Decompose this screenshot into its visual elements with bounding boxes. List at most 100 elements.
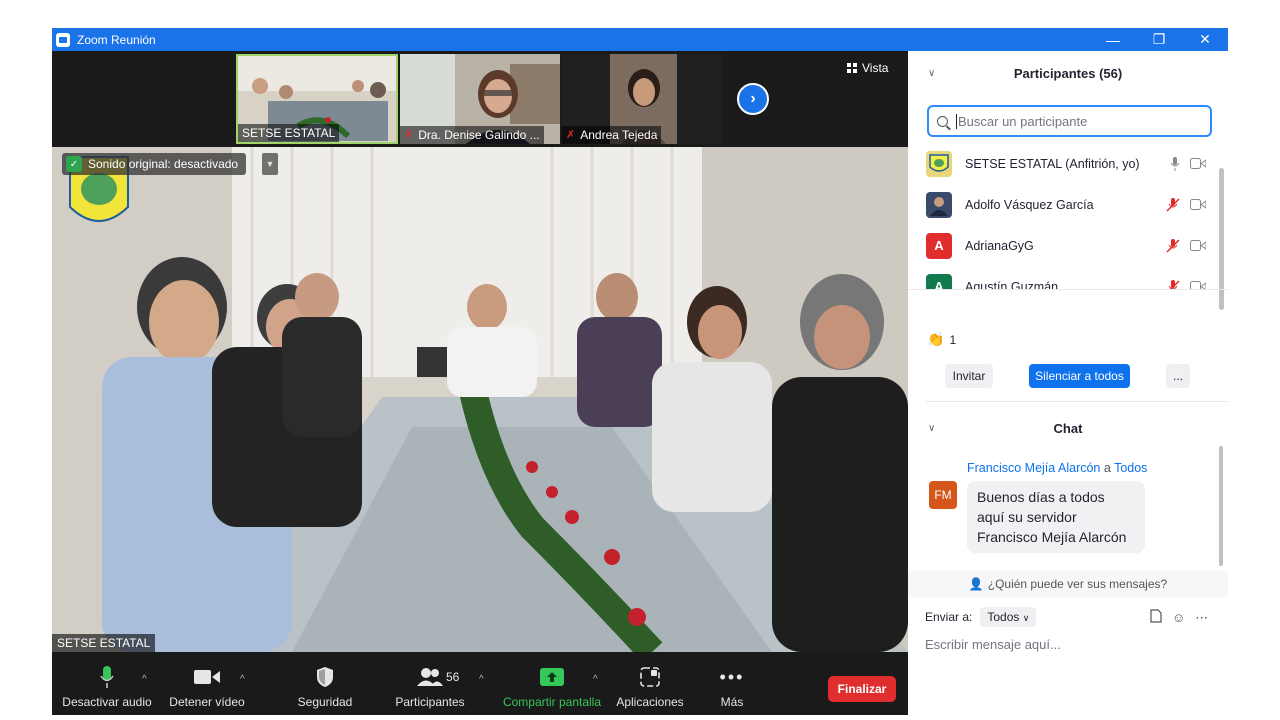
zoom-app-icon: [56, 32, 70, 47]
more-button[interactable]: ••• Más: [712, 652, 752, 715]
chevron-right-icon: ›: [750, 90, 756, 107]
participants-header: ∨ Participantes (56): [908, 61, 1228, 85]
close-button[interactable]: ✕: [1182, 28, 1228, 51]
mic-muted-icon[interactable]: [1166, 197, 1180, 212]
share-screen-label: Compartir pantalla: [502, 695, 602, 709]
emoji-icon[interactable]: ☺: [1172, 610, 1185, 625]
chevron-down-icon[interactable]: ∨: [928, 423, 935, 434]
mute-audio-button[interactable]: Desactivar audio: [62, 652, 152, 715]
chevron-down-icon: ▼: [265, 159, 275, 169]
speaker-name-label: SETSE ESTATAL: [52, 634, 156, 652]
who-can-see-label: ¿Quién puede ver sus mensajes?: [987, 577, 1168, 591]
original-sound-label: Sonido original: desactivado: [88, 157, 239, 171]
more-dots-icon: •••: [719, 666, 745, 687]
microphone-icon: [99, 663, 115, 691]
search-icon: [937, 115, 948, 127]
participants-icon: [417, 663, 443, 691]
conference-room-video-image: [52, 147, 908, 652]
chat-tools: ☺ ⋯: [1150, 609, 1208, 626]
send-to-label: Enviar a:: [925, 610, 973, 624]
who-can-see-link[interactable]: 👤 ¿Quién puede ver sus mensajes?: [908, 571, 1228, 597]
thumbnail-name: SETSE ESTATAL: [238, 124, 340, 142]
share-options-caret[interactable]: ^: [593, 674, 598, 685]
chat-recipient[interactable]: Todos: [1114, 461, 1147, 475]
search-placeholder: Buscar un participante: [956, 113, 1088, 129]
chat-message-input[interactable]: Escribir mensaje aquí...: [925, 637, 1061, 652]
apps-label: Aplicaciones: [616, 695, 684, 709]
apps-button[interactable]: Aplicaciones: [614, 652, 686, 715]
shield-check-icon: ✓: [66, 156, 82, 172]
mic-muted-icon: ✗: [404, 129, 414, 141]
security-button[interactable]: Seguridad: [290, 652, 360, 715]
meeting-area: SETSE ESTATAL ✗Dra. Denise Galindo ...: [52, 51, 908, 715]
participant-row[interactable]: A Agustín Guzmán: [908, 266, 1218, 289]
participants-options-caret[interactable]: ^: [479, 674, 484, 685]
participant-name: Adolfo Vásquez García: [965, 197, 1094, 212]
meeting-toolbar: Desactivar audio ^ Detener vídeo ^ Segur…: [52, 652, 908, 715]
chat-scrollbar[interactable]: [1219, 446, 1223, 566]
avatar: [926, 191, 952, 218]
next-page-button[interactable]: ›: [737, 83, 769, 115]
participant-row[interactable]: SETSE ESTATAL (Anfitrión, yo): [908, 143, 1218, 184]
thumbnail-setse-estatal[interactable]: SETSE ESTATAL: [236, 54, 398, 144]
end-meeting-button[interactable]: Finalizar: [828, 676, 896, 702]
send-to-dropdown[interactable]: Todos ∨: [980, 607, 1037, 627]
minimize-button[interactable]: —: [1090, 28, 1136, 51]
participant-row[interactable]: A AdrianaGyG: [908, 225, 1218, 266]
restore-button[interactable]: ❐: [1136, 28, 1182, 51]
mic-muted-icon[interactable]: [1166, 238, 1180, 253]
avatar: A: [926, 232, 952, 259]
grid-view-icon: [847, 63, 857, 73]
file-icon[interactable]: [1150, 609, 1162, 626]
shield-icon: [316, 663, 334, 691]
microphone-icon[interactable]: [1170, 156, 1180, 171]
video-thumbnail-strip: SETSE ESTATAL ✗Dra. Denise Galindo ...: [52, 51, 908, 147]
zoom-window: Zoom Reunión — ❐ ✕ SETSE ESTATAL ✗ Dra. …: [52, 28, 1228, 715]
title-bar: Zoom Reunión — ❐ ✕: [52, 28, 1228, 51]
more-label: Más: [720, 695, 744, 709]
audio-options-caret[interactable]: ^: [142, 674, 147, 685]
thumbnail-denise-galindo[interactable]: ✗ Dra. Denise Galindo ...: [400, 54, 560, 144]
video-camera-icon[interactable]: [1190, 158, 1206, 169]
mic-muted-icon: ✗: [566, 129, 576, 141]
divider: [926, 401, 1228, 402]
participants-title: Participantes (56): [1013, 65, 1123, 81]
participant-row[interactable]: Adolfo Vásquez García: [908, 184, 1218, 225]
original-sound-badge[interactable]: ✓ Sonido original: desactivado: [62, 153, 247, 175]
mic-muted-icon[interactable]: [1166, 279, 1180, 290]
chat-message: Buenos días a todos aquí su servidor Fra…: [967, 481, 1145, 553]
chevron-down-icon: ∨: [1022, 613, 1030, 623]
avatar: [926, 150, 952, 177]
video-camera-icon[interactable]: [1190, 281, 1206, 289]
mute-audio-label: Desactivar audio: [62, 695, 152, 709]
chat-sender[interactable]: Francisco Mejía Alarcón: [967, 461, 1100, 475]
more-dots-icon[interactable]: ⋯: [1195, 610, 1208, 626]
participants-more-button[interactable]: ...: [1166, 364, 1190, 388]
share-screen-icon: [540, 663, 564, 691]
thumbnail-andrea-tejeda[interactable]: ✗ Andrea Tejeda: [562, 54, 722, 144]
participant-list: SETSE ESTATAL (Anfitrión, yo) Adolfo Vás…: [908, 143, 1228, 289]
video-camera-icon[interactable]: [1190, 240, 1206, 251]
avatar: A: [926, 273, 952, 289]
chat-title: Chat: [1053, 420, 1083, 436]
clap-emoji-icon: 👏: [927, 331, 945, 347]
stop-video-button[interactable]: Detener vídeo: [164, 652, 250, 715]
view-button[interactable]: Vista: [847, 61, 888, 75]
participants-count: 56: [446, 670, 460, 684]
mute-all-button[interactable]: Silenciar a todos: [1029, 364, 1130, 388]
participant-search-input[interactable]: Buscar un participante: [927, 105, 1212, 137]
thumbnail-name: ✗ Dra. Denise Galindo ...: [400, 126, 544, 144]
chevron-down-icon[interactable]: ∨: [928, 68, 935, 79]
participants-button[interactable]: Participantes: [388, 652, 472, 715]
chat-message-header: Francisco Mejía Alarcón a Todos: [967, 461, 1147, 475]
video-options-caret[interactable]: ^: [240, 674, 245, 685]
invite-button[interactable]: Invitar: [945, 364, 993, 388]
avatar: FM: [929, 481, 957, 509]
thumbnail-name: ✗ Andrea Tejeda: [562, 126, 662, 144]
share-screen-button[interactable]: Compartir pantalla: [500, 652, 604, 715]
view-label: Vista: [862, 61, 889, 75]
send-to-row: Enviar a: Todos ∨: [925, 607, 1037, 627]
video-camera-icon[interactable]: [1190, 199, 1206, 210]
video-camera-icon: [194, 663, 220, 691]
original-sound-dropdown[interactable]: ▼: [262, 153, 278, 175]
